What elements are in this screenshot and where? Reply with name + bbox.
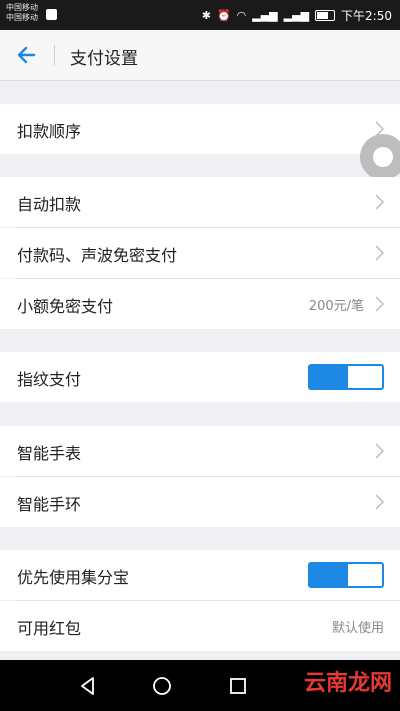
header-divider bbox=[54, 45, 55, 65]
status-time: 下午2:50 bbox=[341, 8, 392, 23]
bluetooth-icon: ✱ bbox=[201, 8, 211, 22]
loading-spinner-icon bbox=[360, 134, 400, 180]
smart-band-row[interactable]: 智能手环 bbox=[0, 477, 400, 527]
nav-back-icon[interactable] bbox=[76, 674, 100, 698]
chevron-right-icon bbox=[375, 443, 385, 459]
carrier-info: 中国移动 中国移动 bbox=[6, 3, 38, 23]
site-watermark: 云南龙网 bbox=[303, 671, 392, 696]
prefer-points-row: 优先使用集分宝 bbox=[0, 550, 400, 600]
payment-code-label: 付款码、声波免密支付 bbox=[17, 246, 178, 265]
red-packet-row[interactable]: 可用红包 默认使用 bbox=[0, 601, 400, 651]
chevron-right-icon bbox=[375, 245, 385, 261]
prefer-points-label: 优先使用集分宝 bbox=[17, 568, 130, 587]
nav-home-icon[interactable] bbox=[150, 674, 174, 698]
small-free-value: 200元/笔 bbox=[308, 299, 364, 314]
battery-icon bbox=[315, 9, 336, 21]
red-packet-label: 可用红包 bbox=[17, 619, 82, 638]
payment-code-row[interactable]: 付款码、声波免密支付 bbox=[0, 228, 400, 278]
fingerprint-row: 指纹支付 bbox=[0, 352, 400, 402]
status-icons: ✱ ⏰ ◠ ▂▄▆ ▂▄▆ 下午2:50 bbox=[202, 6, 392, 24]
carrier-1: 中国移动 bbox=[6, 3, 38, 12]
deduction-order-label: 扣款顺序 bbox=[17, 122, 82, 141]
auto-deduct-label: 自动扣款 bbox=[17, 195, 82, 214]
page-title: 支付设置 bbox=[70, 49, 138, 69]
chevron-right-icon bbox=[375, 296, 385, 312]
red-packet-value: 默认使用 bbox=[331, 621, 384, 636]
prefer-points-toggle[interactable] bbox=[308, 562, 384, 588]
nav-recent-icon[interactable] bbox=[226, 674, 250, 698]
signal-2-icon: ▂▄▆ bbox=[283, 8, 310, 22]
smart-watch-label: 智能手表 bbox=[17, 444, 82, 463]
chevron-right-icon bbox=[375, 494, 385, 510]
status-bar: 中国移动 中国移动 ✱ ⏰ ◠ ▂▄▆ ▂▄▆ 下午2:50 bbox=[0, 0, 400, 30]
small-free-label: 小额免密支付 bbox=[17, 297, 114, 316]
smart-band-label: 智能手环 bbox=[17, 495, 82, 514]
back-arrow-icon[interactable] bbox=[14, 42, 40, 68]
smart-watch-row[interactable]: 智能手表 bbox=[0, 426, 400, 476]
app-bar: 支付设置 bbox=[0, 30, 400, 81]
fingerprint-toggle[interactable] bbox=[308, 364, 384, 390]
sim-icon bbox=[46, 9, 57, 20]
auto-deduct-row[interactable]: 自动扣款 bbox=[0, 177, 400, 227]
signal-icon: ▂▄▆ bbox=[252, 8, 278, 22]
carrier-2: 中国移动 bbox=[6, 13, 38, 22]
small-free-row[interactable]: 小额免密支付 200元/笔 bbox=[0, 279, 400, 329]
wifi-icon: ◠ bbox=[236, 8, 247, 22]
deduction-order-row[interactable]: 扣款顺序 bbox=[0, 104, 400, 154]
alarm-icon: ⏰ bbox=[216, 8, 231, 22]
chevron-right-icon bbox=[375, 194, 385, 210]
fingerprint-label: 指纹支付 bbox=[17, 370, 82, 389]
